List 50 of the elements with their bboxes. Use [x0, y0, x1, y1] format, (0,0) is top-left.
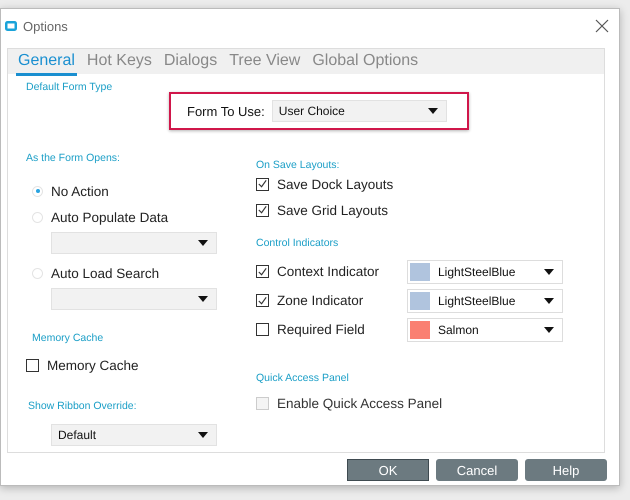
section-heading: Control Indicators — [256, 237, 338, 249]
checkbox[interactable] — [256, 265, 269, 278]
radio-label: Auto Load Search — [51, 266, 160, 280]
tab[interactable]: Hot Keys — [84, 51, 154, 73]
dialog-button[interactable]: Cancel — [436, 459, 518, 481]
caret-icon — [544, 326, 554, 332]
window-icon — [4, 20, 18, 32]
color-dropdown[interactable]: LightSteelBlue — [407, 288, 563, 312]
ribbon-dropdown[interactable]: Default — [51, 424, 217, 446]
checkbox-label: Enable Quick Access Panel — [277, 396, 442, 410]
checkbox-label: Save Dock Layouts — [277, 176, 394, 192]
tab[interactable]: Tree View — [227, 51, 302, 73]
checkbox[interactable] — [256, 323, 269, 336]
section-heading: As the Form Opens: — [26, 152, 120, 164]
radio-button[interactable] — [32, 186, 43, 196]
checkbox-label: Memory Cache — [47, 358, 139, 372]
tab[interactable]: Dialogs — [162, 51, 220, 73]
checkbox-label: Zone Indicator — [277, 293, 364, 308]
checkbox[interactable] — [256, 204, 269, 216]
checkbox[interactable] — [26, 358, 39, 372]
dialog-button[interactable]: Help — [525, 459, 607, 481]
color-dropdown[interactable]: LightSteelBlue — [407, 260, 563, 284]
radio-label: Auto Populate Data — [51, 210, 168, 224]
form-to-use-label: Form To Use: — [187, 104, 265, 118]
tab[interactable]: Global Options — [310, 51, 420, 73]
checkbox-label: Save Grid Layouts — [277, 202, 388, 218]
radio-button[interactable] — [32, 212, 43, 222]
tab[interactable]: General — [16, 51, 77, 76]
checkbox[interactable] — [256, 294, 269, 307]
section-heading: Show Ribbon Override: — [28, 400, 137, 412]
radio-label: No Action — [51, 184, 109, 198]
radio-button[interactable] — [32, 268, 43, 278]
caret-icon — [198, 296, 208, 302]
section-heading: Memory Cache — [32, 332, 104, 344]
dialog-button[interactable]: OK — [347, 459, 429, 481]
caret-icon — [428, 108, 438, 114]
section-heading: On Save Layouts: — [256, 159, 340, 171]
window-title: Options — [23, 18, 68, 34]
section-heading: Quick Access Panel — [256, 372, 349, 384]
form-type-dropdown[interactable]: User Choice — [272, 100, 447, 122]
close-icon[interactable] — [595, 19, 609, 33]
caret-icon — [544, 268, 554, 274]
checkbox-label: Context Indicator — [277, 264, 380, 279]
caret-icon — [544, 298, 554, 304]
caret-icon — [198, 432, 208, 438]
section-heading: Default Form Type — [26, 81, 112, 93]
checkbox[interactable] — [256, 178, 269, 190]
checkbox-label: Required Field — [277, 322, 366, 337]
color-dropdown[interactable]: Salmon — [407, 318, 563, 342]
caret-icon — [198, 240, 208, 246]
